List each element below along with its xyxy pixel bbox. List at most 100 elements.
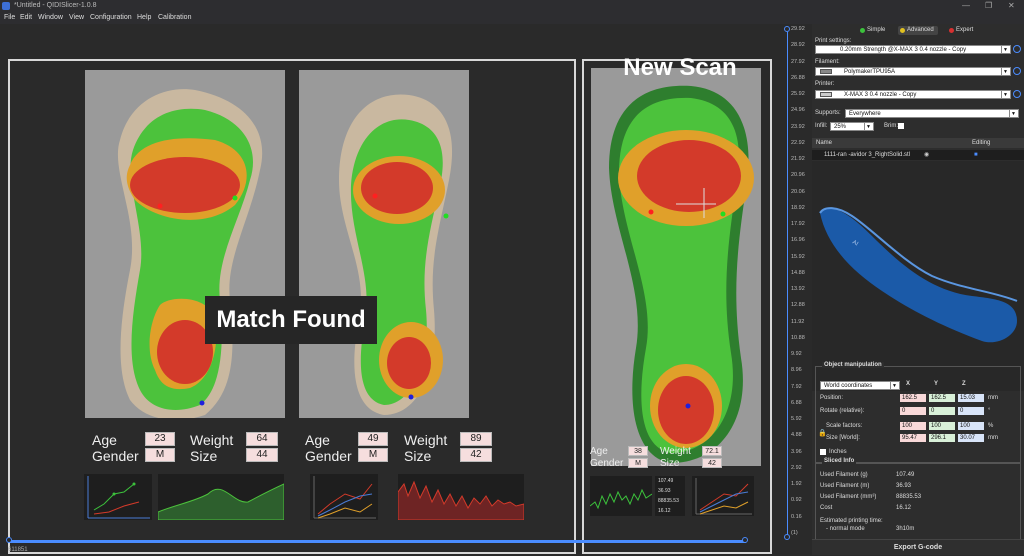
chevron-down-icon[interactable]: ▼ xyxy=(864,123,872,130)
brim-checkbox[interactable] xyxy=(898,123,904,129)
coord-system-select[interactable]: World coordinates ▼ xyxy=(820,381,900,390)
chevron-down-icon[interactable]: ▼ xyxy=(1001,46,1009,53)
gender-label: Gender xyxy=(305,448,352,464)
gender-value: M xyxy=(628,458,648,468)
slider-left-handle[interactable] xyxy=(6,537,12,543)
normal-mode-value: 3h10m xyxy=(896,526,915,532)
chevron-down-icon[interactable]: ▼ xyxy=(1001,91,1009,98)
chevron-down-icon[interactable]: ▼ xyxy=(1009,110,1017,117)
size-value: 44 xyxy=(246,448,278,462)
ruler-top-handle[interactable] xyxy=(784,26,790,32)
settings-gear-icon[interactable] xyxy=(1013,45,1021,53)
ruler-tick: 7.92 xyxy=(791,383,802,390)
eye-icon[interactable]: ◉ xyxy=(924,150,929,160)
position-z-input[interactable]: 15.03 xyxy=(958,394,984,402)
menu-view[interactable]: View xyxy=(69,12,84,24)
select-value: 0.20mm Strength @X-MAX 3 0.4 nozzle - Co… xyxy=(840,47,967,53)
info-label: Cost xyxy=(820,505,833,511)
scale-z-input[interactable]: 100 xyxy=(958,422,984,430)
menu-calibration[interactable]: Calibration xyxy=(158,12,191,24)
mode-expert[interactable]: Expert xyxy=(947,26,977,35)
ruler-tick: 24.96 xyxy=(791,107,805,114)
ruler-tick: 26.88 xyxy=(791,74,805,81)
mode-label: Advanced xyxy=(907,27,934,33)
mode-advanced[interactable]: Advanced xyxy=(898,26,938,35)
maximize-icon[interactable]: ❐ xyxy=(985,0,992,12)
slider-right-handle[interactable] xyxy=(742,537,748,543)
menu-file[interactable]: File xyxy=(4,12,15,24)
size-y-input[interactable]: 296.1 xyxy=(929,434,955,442)
size-label: Size [World]: xyxy=(826,435,860,441)
position-unit: mm xyxy=(988,395,998,401)
edit-icon[interactable]: ■ xyxy=(974,150,978,160)
size-value: 42 xyxy=(460,448,492,462)
minimize-icon[interactable]: — xyxy=(962,0,970,12)
object-manipulation-title: Object manipulation xyxy=(822,362,884,368)
object-row[interactable]: 1111-ran -avidor 3_RightSolid.stl ◉ ■ xyxy=(812,150,1024,160)
inches-label: Inches xyxy=(829,449,847,455)
weight-label: Weight xyxy=(660,446,691,457)
menu-help[interactable]: Help xyxy=(137,12,151,24)
layer-ruler[interactable]: 29.92 28.92 27.92 26.88 25.92 24.96 23.92 22.92… xyxy=(777,24,812,544)
filament-select[interactable]: PolymakerTPU95A ▼ xyxy=(815,67,1011,76)
filament-color-icon xyxy=(820,69,832,74)
ruler-tick: 13.92 xyxy=(791,286,805,293)
select-value: 25% xyxy=(834,124,847,130)
object-name: 1111-ran -avidor 3_RightSolid.stl xyxy=(824,152,911,158)
ruler-tick: 27.92 xyxy=(791,58,805,65)
ruler-tick: 16.96 xyxy=(791,237,805,244)
menu-edit[interactable]: Edit xyxy=(20,12,32,24)
supports-label: Supports: xyxy=(815,110,841,116)
inches-checkbox[interactable] xyxy=(820,449,826,455)
ruler-tick: 11.92 xyxy=(791,318,805,325)
menu-window[interactable]: Window xyxy=(38,12,63,24)
rotate-x-input[interactable]: 0 xyxy=(900,407,926,415)
new-scan-title: New Scan xyxy=(623,54,737,81)
3d-view-canvas[interactable]: Match Found New Scan Age 23 Gender M Wei… xyxy=(0,24,812,555)
supports-select[interactable]: Everywhere ▼ xyxy=(845,109,1019,118)
settings-gear-icon[interactable] xyxy=(1013,90,1021,98)
export-gcode-button[interactable]: Export G-code xyxy=(812,539,1024,555)
infill-select[interactable]: 25% ▼ xyxy=(830,122,874,131)
app-logo-icon xyxy=(2,2,10,10)
info-label: Used Filament (m) xyxy=(820,483,870,489)
select-value: World coordinates xyxy=(824,383,873,389)
print-settings-select[interactable]: 0.20mm Strength @X-MAX 3 0.4 nozzle - Co… xyxy=(815,45,1011,54)
print-settings-label: Print settings: xyxy=(815,38,852,44)
size-x-input[interactable]: 95.47 xyxy=(900,434,926,442)
info-value: 16.12 xyxy=(896,505,912,511)
printer-select[interactable]: X-MAX 3 0.4 nozzle - Copy ▼ xyxy=(815,90,1011,99)
settings-gear-icon[interactable] xyxy=(1013,67,1021,75)
ruler-bottom-handle[interactable] xyxy=(784,534,790,540)
ruler-tick: 14.88 xyxy=(791,269,805,276)
size-label: Size xyxy=(660,458,680,469)
menu-configuration[interactable]: Configuration xyxy=(90,12,132,24)
horizontal-slider[interactable] xyxy=(10,540,746,543)
rotate-z-input[interactable]: 0 xyxy=(958,407,984,415)
ruler-tick: 25.92 xyxy=(791,91,805,98)
axis-y-label: Y xyxy=(934,381,939,387)
size-z-input[interactable]: 30.07 xyxy=(958,434,984,442)
age-value: 23 xyxy=(145,432,175,446)
rotate-y-input[interactable]: 0 xyxy=(929,407,955,415)
editing-header: Editing xyxy=(972,140,991,146)
position-y-input[interactable]: 162.5 xyxy=(929,394,955,402)
ruler-tick: 9.92 xyxy=(791,351,802,358)
scale-y-input[interactable]: 100 xyxy=(929,422,955,430)
ruler-tick: 22.92 xyxy=(791,139,805,146)
ruler-tick: 21.92 xyxy=(791,156,805,163)
ruler-tick: 5.92 xyxy=(791,416,802,423)
close-icon[interactable]: ✕ xyxy=(1008,0,1015,12)
filament-label: Filament: xyxy=(815,59,840,65)
size-value: 42 xyxy=(702,458,722,468)
position-label: Position: xyxy=(820,395,844,401)
scale-x-input[interactable]: 100 xyxy=(900,422,926,430)
ruler-tick: 4.88 xyxy=(791,432,802,439)
position-x-input[interactable]: 162.5 xyxy=(900,394,926,402)
ruler-tick: 0.92 xyxy=(791,497,802,504)
chevron-down-icon[interactable]: ▼ xyxy=(1001,68,1009,75)
chevron-down-icon[interactable]: ▼ xyxy=(890,382,898,389)
ruler-tick: 8.96 xyxy=(791,367,802,374)
mode-simple[interactable]: Simple xyxy=(858,26,889,35)
ruler-tick: 20.06 xyxy=(791,188,805,195)
